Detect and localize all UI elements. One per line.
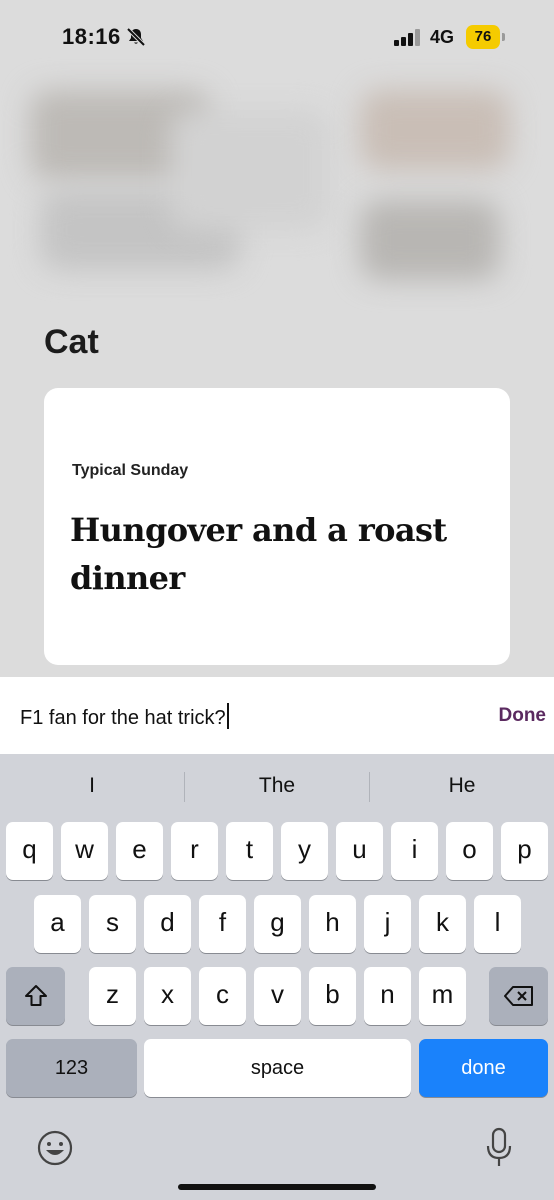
comment-input-bar: F1 fan for the hat trick? Done — [0, 677, 554, 754]
comment-input[interactable]: F1 fan for the hat trick? — [20, 703, 229, 730]
prompt-answer: Hungover and a roast dinner — [70, 511, 447, 597]
key-s[interactable]: s — [89, 895, 136, 953]
key-n[interactable]: n — [364, 967, 411, 1025]
key-u[interactable]: u — [336, 822, 383, 880]
key-k[interactable]: k — [419, 895, 466, 953]
microphone-icon[interactable] — [484, 1127, 514, 1169]
key-t[interactable]: t — [226, 822, 273, 880]
key-i[interactable]: i — [391, 822, 438, 880]
home-indicator — [178, 1184, 376, 1190]
key-m[interactable]: m — [419, 967, 466, 1025]
space-key[interactable]: space — [144, 1039, 411, 1097]
key-a[interactable]: a — [34, 895, 81, 953]
key-c[interactable]: c — [199, 967, 246, 1025]
key-l[interactable]: l — [474, 895, 521, 953]
suggestion-item[interactable]: He — [370, 774, 554, 798]
key-o[interactable]: o — [446, 822, 493, 880]
key-x[interactable]: x — [144, 967, 191, 1025]
key-b[interactable]: b — [309, 967, 356, 1025]
suggestion-bar: I The He — [0, 754, 554, 820]
numbers-key[interactable]: 123 — [6, 1039, 137, 1097]
network-type: 4G — [430, 27, 455, 47]
key-e[interactable]: e — [116, 822, 163, 880]
text-caret — [226, 703, 229, 729]
key-d[interactable]: d — [144, 895, 191, 953]
battery-icon: 76 — [466, 25, 506, 49]
key-j[interactable]: j — [364, 895, 411, 953]
suggestion-item[interactable]: I — [0, 774, 184, 798]
keyboard-done-key[interactable]: done — [419, 1039, 548, 1097]
keyboard: I The He q w e r t y u i o p a s d f g h… — [0, 754, 554, 1200]
done-button[interactable]: Done — [499, 705, 547, 727]
comment-input-value: F1 fan for the hat trick? — [20, 707, 226, 729]
emoji-icon[interactable] — [36, 1129, 74, 1167]
shift-icon — [24, 985, 47, 1006]
shift-key[interactable] — [6, 967, 65, 1025]
key-p[interactable]: p — [501, 822, 548, 880]
key-q[interactable]: q — [6, 822, 53, 880]
status-time: 18:16 — [62, 24, 121, 49]
bell-muted-icon — [126, 27, 146, 47]
battery-percent: 76 — [474, 28, 492, 45]
key-y[interactable]: y — [281, 822, 328, 880]
key-z[interactable]: z — [89, 967, 136, 1025]
backspace-key[interactable] — [489, 967, 548, 1025]
prompt-label: Typical Sunday — [72, 462, 189, 479]
key-v[interactable]: v — [254, 967, 301, 1025]
key-w[interactable]: w — [61, 822, 108, 880]
suggestion-item[interactable]: The — [185, 774, 369, 798]
prompt-card[interactable]: Typical Sunday Hungover and a roast dinn… — [44, 388, 510, 665]
profile-name: Cat — [44, 323, 99, 361]
key-h[interactable]: h — [309, 895, 356, 953]
key-f[interactable]: f — [199, 895, 246, 953]
key-g[interactable]: g — [254, 895, 301, 953]
backspace-icon — [503, 986, 533, 1006]
blurred-photo — [0, 70, 554, 310]
status-bar: 18:16 4G 76 — [0, 0, 554, 76]
key-r[interactable]: r — [171, 822, 218, 880]
cellular-signal-icon — [394, 29, 420, 46]
